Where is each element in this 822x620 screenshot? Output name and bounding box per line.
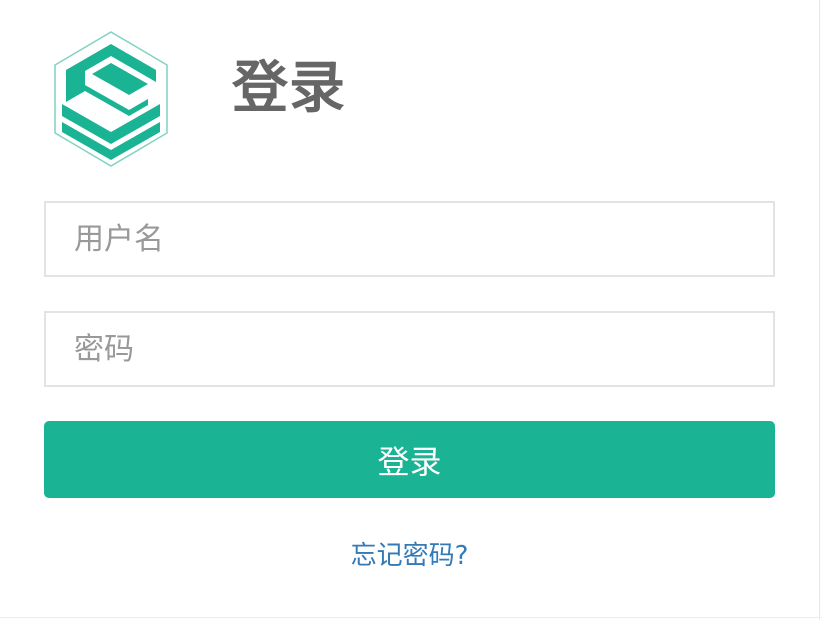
username-input[interactable] [44,201,775,277]
logo-icon [54,31,168,167]
forgot-password-link[interactable]: 忘记密码? [0,536,819,576]
login-page: 登录 登录 忘记密码? [0,0,822,620]
page-title: 登录 [232,56,346,121]
page-right-border [819,0,820,620]
password-input[interactable] [44,311,775,387]
login-button[interactable]: 登录 [44,421,775,498]
page-bottom-border [0,617,822,618]
